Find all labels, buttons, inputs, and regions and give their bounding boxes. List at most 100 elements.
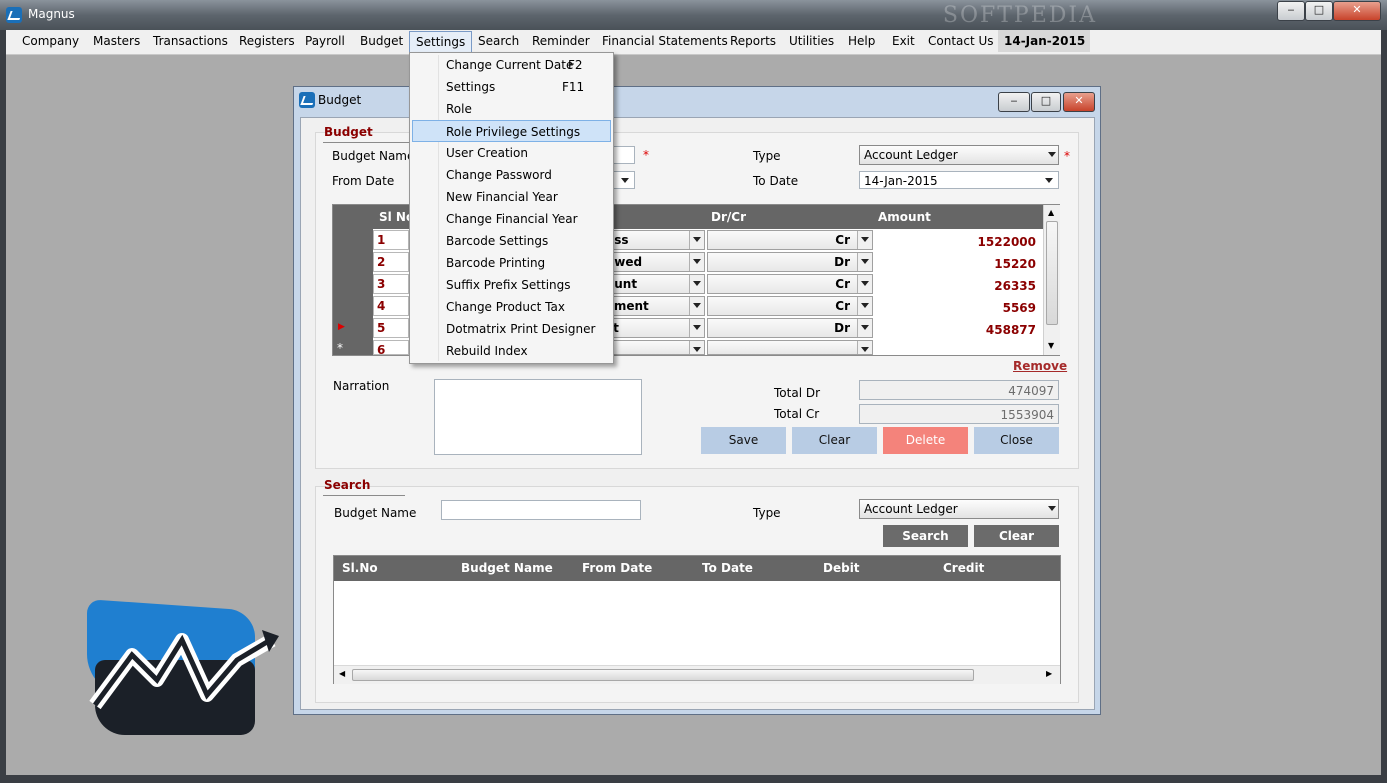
menuitem-label: Barcode Printing bbox=[446, 256, 546, 270]
table-row[interactable]: 5 bbox=[373, 318, 409, 338]
scroll-right-icon[interactable]: ▶ bbox=[1046, 669, 1052, 678]
drcr-cell[interactable]: Cr bbox=[707, 296, 873, 316]
menu-payroll[interactable]: Payroll bbox=[299, 30, 351, 52]
remove-link[interactable]: Remove bbox=[1013, 359, 1067, 373]
menu-reports[interactable]: Reports bbox=[724, 30, 782, 52]
menuitem-change-current-date[interactable]: Change Current Date F2 bbox=[412, 54, 611, 76]
search-type-select[interactable]: Account Ledger bbox=[859, 499, 1059, 519]
amount-cell[interactable]: 458877 bbox=[878, 323, 1036, 337]
chevron-down-icon bbox=[861, 325, 869, 330]
delete-button[interactable]: Delete bbox=[883, 427, 968, 454]
menu-financial-statements[interactable]: Financial Statements bbox=[596, 30, 734, 52]
menuitem-role[interactable]: Role bbox=[412, 98, 611, 120]
menuitem-label: New Financial Year bbox=[446, 190, 558, 204]
menuitem-change-product-tax[interactable]: Change Product Tax bbox=[412, 296, 611, 318]
menu-exit[interactable]: Exit bbox=[886, 30, 921, 52]
menuitem-suffix-prefix-settings[interactable]: Suffix Prefix Settings bbox=[412, 274, 611, 296]
drcr-value: Cr bbox=[835, 299, 850, 313]
ledger-cell[interactable]: st bbox=[603, 318, 705, 338]
chevron-down-icon bbox=[693, 259, 701, 264]
budget-minimize-button[interactable]: ‒ bbox=[998, 92, 1030, 112]
table-row[interactable]: 4 bbox=[373, 296, 409, 316]
amount-cell[interactable]: 1522000 bbox=[878, 235, 1036, 249]
menu-company[interactable]: Company bbox=[16, 30, 85, 52]
amount-cell[interactable]: 5569 bbox=[878, 301, 1036, 315]
menuitem-label: Suffix Prefix Settings bbox=[446, 278, 571, 292]
watermark-text: SOFTPEDIA bbox=[942, 3, 1097, 28]
menuitem-dotmatrix-print-designer[interactable]: Dotmatrix Print Designer bbox=[412, 318, 611, 340]
ledger-cell[interactable] bbox=[603, 340, 705, 355]
from-date-label: From Date bbox=[332, 174, 395, 188]
scroll-thumb[interactable] bbox=[1046, 221, 1058, 325]
drcr-cell[interactable]: Cr bbox=[707, 274, 873, 294]
search-horizontal-scrollbar[interactable]: ◀ ▶ bbox=[334, 665, 1060, 684]
menuitem-change-financial-year[interactable]: Change Financial Year bbox=[412, 208, 611, 230]
table-row[interactable]: 2 bbox=[373, 252, 409, 272]
menuitem-barcode-settings[interactable]: Barcode Settings bbox=[412, 230, 611, 252]
budget-close-button[interactable]: ✕ bbox=[1063, 92, 1095, 112]
close-button[interactable]: ✕ bbox=[1333, 1, 1381, 21]
menuitem-barcode-printing[interactable]: Barcode Printing bbox=[412, 252, 611, 274]
menuitem-user-creation[interactable]: User Creation bbox=[412, 142, 611, 164]
maximize-button[interactable]: □ bbox=[1305, 1, 1333, 21]
search-button[interactable]: Search bbox=[883, 525, 968, 547]
menuitem-rebuild-index[interactable]: Rebuild Index bbox=[412, 340, 611, 362]
menuitem-label: Change Current Date bbox=[446, 58, 574, 72]
menuitem-new-financial-year[interactable]: New Financial Year bbox=[412, 186, 611, 208]
menu-contact-us[interactable]: Contact Us bbox=[922, 30, 1000, 52]
search-type-value: Account Ledger bbox=[864, 502, 958, 516]
narration-textarea[interactable] bbox=[434, 379, 642, 455]
ledger-cell[interactable]: owed bbox=[603, 252, 705, 272]
menu-registers[interactable]: Registers bbox=[233, 30, 301, 52]
save-button[interactable]: Save bbox=[701, 427, 786, 454]
menu-utilities[interactable]: Utilities bbox=[783, 30, 840, 52]
calendar-dropdown-icon[interactable] bbox=[1045, 178, 1053, 183]
menuitem-label: User Creation bbox=[446, 146, 528, 160]
type-select-value: Account Ledger bbox=[864, 148, 958, 162]
table-row[interactable]: 6 bbox=[373, 340, 409, 355]
search-clear-button[interactable]: Clear bbox=[974, 525, 1059, 547]
menu-budget[interactable]: Budget bbox=[354, 30, 409, 52]
drcr-cell[interactable]: Dr bbox=[707, 318, 873, 338]
search-budget-name-input[interactable] bbox=[441, 500, 641, 520]
chevron-down-icon bbox=[693, 237, 701, 242]
drcr-cell[interactable]: Cr bbox=[707, 230, 873, 250]
scroll-thumb[interactable] bbox=[352, 669, 974, 681]
scroll-up-icon[interactable]: ▲ bbox=[1048, 208, 1054, 217]
amount-cell[interactable]: 15220 bbox=[878, 257, 1036, 271]
budget-maximize-button[interactable]: □ bbox=[1031, 92, 1061, 112]
drcr-cell[interactable] bbox=[707, 340, 873, 355]
menuitem-role-privilege-settings[interactable]: Role Privilege Settings bbox=[412, 120, 611, 142]
menu-help[interactable]: Help bbox=[842, 30, 881, 52]
type-select[interactable]: Account Ledger bbox=[859, 145, 1059, 165]
minimize-button[interactable]: ‒ bbox=[1277, 1, 1305, 21]
search-section-title: Search bbox=[324, 478, 371, 492]
amount-cell[interactable]: 26335 bbox=[878, 279, 1036, 293]
menuitem-change-password[interactable]: Change Password bbox=[412, 164, 611, 186]
ledger-cell[interactable]: yment bbox=[603, 296, 705, 316]
ledger-cell[interactable]: oss bbox=[603, 230, 705, 250]
menu-settings[interactable]: Settings bbox=[409, 31, 473, 53]
grid-vertical-scrollbar[interactable]: ▲ ▼ bbox=[1043, 205, 1060, 355]
menu-search[interactable]: Search bbox=[472, 30, 525, 52]
scroll-down-icon[interactable]: ▼ bbox=[1048, 341, 1054, 350]
clear-button[interactable]: Clear bbox=[792, 427, 877, 454]
table-row[interactable]: 3 bbox=[373, 274, 409, 294]
menuitem-settings[interactable]: Settings F11 bbox=[412, 76, 611, 98]
to-date-input[interactable]: 14-Jan-2015 bbox=[859, 171, 1059, 189]
menu-masters[interactable]: Masters bbox=[87, 30, 146, 52]
ledger-cell[interactable]: ount bbox=[603, 274, 705, 294]
total-cr-label: Total Cr bbox=[774, 407, 820, 421]
total-dr-label: Total Dr bbox=[774, 386, 821, 400]
drcr-cell[interactable]: Dr bbox=[707, 252, 873, 272]
table-row[interactable]: 1 bbox=[373, 230, 409, 250]
bottom-border bbox=[0, 775, 1387, 783]
from-date-dropdown-icon[interactable] bbox=[621, 178, 629, 183]
close-form-button[interactable]: Close bbox=[974, 427, 1059, 454]
menu-reminder[interactable]: Reminder bbox=[526, 30, 596, 52]
row-slno: 2 bbox=[377, 255, 386, 269]
menu-transactions[interactable]: Transactions bbox=[147, 30, 234, 52]
chevron-down-icon bbox=[693, 281, 701, 286]
menuitem-label: Rebuild Index bbox=[446, 344, 528, 358]
scroll-left-icon[interactable]: ◀ bbox=[339, 669, 345, 678]
